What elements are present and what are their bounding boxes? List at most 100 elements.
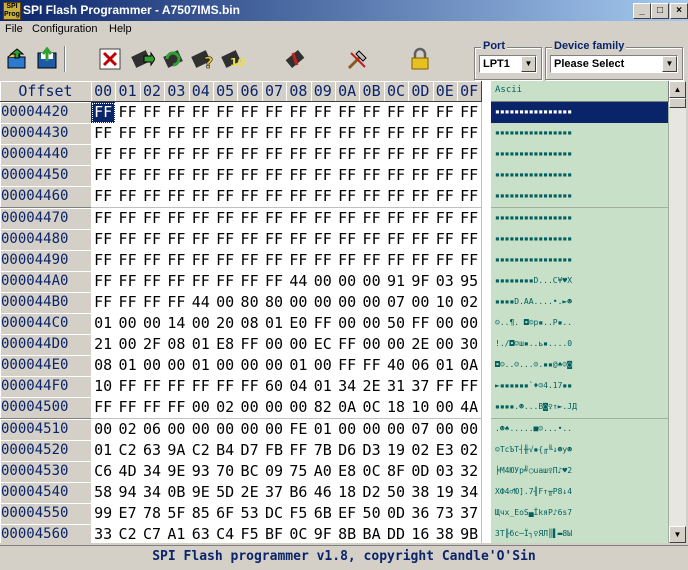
hex-cell[interactable]: FF xyxy=(115,376,141,399)
hex-cell[interactable]: FF xyxy=(91,228,117,251)
hex-cell[interactable]: 9E xyxy=(188,481,214,504)
hex-cell[interactable]: 80 xyxy=(237,291,263,314)
hex-cell[interactable]: 16 xyxy=(408,524,434,543)
hex-cell[interactable]: F5 xyxy=(286,502,312,525)
hex-cell[interactable]: 08 xyxy=(164,334,190,357)
hex-cell[interactable]: 00 xyxy=(408,291,434,314)
hex-cell[interactable]: FF xyxy=(335,186,361,209)
hex-cell[interactable]: FF xyxy=(432,123,458,146)
hex-cell[interactable]: FF xyxy=(359,355,385,378)
hex-cell[interactable]: BF xyxy=(261,524,288,543)
hex-cell[interactable]: 0A xyxy=(457,355,483,378)
hex-cell[interactable]: 2E xyxy=(408,334,434,357)
program-icon[interactable]: 10 xyxy=(220,46,246,72)
hex-cell[interactable]: FF xyxy=(335,144,361,167)
verify-icon[interactable]: ? xyxy=(190,46,216,72)
hex-cell[interactable]: 00 xyxy=(213,355,239,378)
ascii-cell[interactable]: ▪▪▪▪▪▪▪▪▪▪▪▪▪▪▪▪ xyxy=(491,144,669,167)
hex-cell[interactable]: D2 xyxy=(359,481,385,504)
hex-cell[interactable]: FF xyxy=(335,165,361,188)
hex-cell[interactable]: FF xyxy=(432,165,458,188)
save-file-icon[interactable] xyxy=(34,46,60,72)
hex-cell[interactable]: 04 xyxy=(286,376,312,399)
hex-cell[interactable]: 31 xyxy=(383,376,410,399)
hex-cell[interactable]: FF xyxy=(213,249,239,272)
hex-cell[interactable]: FF xyxy=(237,228,263,251)
port-select[interactable]: LPT1 ▼ xyxy=(479,55,537,73)
hex-cell[interactable]: 82 xyxy=(310,397,336,420)
hex-cell[interactable]: 9E xyxy=(164,460,190,483)
hex-cell[interactable]: FF xyxy=(237,334,263,357)
hex-cell[interactable]: 10 xyxy=(432,291,458,314)
hex-cell[interactable]: E3 xyxy=(432,439,458,462)
hex-cell[interactable]: FF xyxy=(139,249,166,272)
hex-cell[interactable]: 01 xyxy=(310,418,336,441)
hex-cell[interactable]: 00 xyxy=(261,418,288,441)
ascii-cell[interactable]: ▪▪▪▪▪▪▪▪▪▪▪▪▪▪▪▪ xyxy=(491,165,669,188)
hex-cell[interactable]: FF xyxy=(188,249,214,272)
hex-cell[interactable]: 58 xyxy=(91,481,117,504)
lock-icon[interactable] xyxy=(407,46,433,72)
hex-cell[interactable]: 37 xyxy=(408,376,434,399)
hex-cell[interactable]: FF xyxy=(286,165,312,188)
hex-cell[interactable]: 08 xyxy=(91,355,117,378)
hex-cell[interactable]: 00 xyxy=(139,355,166,378)
title-bar[interactable]: SPI Prog SPI Flash Programmer - A7507IMS… xyxy=(0,0,688,21)
hex-cell[interactable]: C7 xyxy=(139,524,166,543)
hex-cell[interactable]: D7 xyxy=(237,439,263,462)
hex-cell[interactable]: FF xyxy=(286,123,312,146)
ascii-cell[interactable]: ▪▪▪▪.☻...В◙♀↑►.JД xyxy=(491,397,669,420)
hex-cell[interactable]: 00 xyxy=(237,397,263,420)
hex-cell[interactable]: 20 xyxy=(213,313,239,336)
menu-file[interactable]: File xyxy=(5,23,23,35)
hex-cell[interactable]: C2 xyxy=(115,524,141,543)
hex-cell[interactable]: FF xyxy=(408,249,434,272)
hex-cell[interactable]: 00 xyxy=(310,355,336,378)
hex-cell[interactable]: FF xyxy=(164,376,190,399)
hex-cell[interactable]: FF xyxy=(115,397,141,420)
hex-cell[interactable]: FF xyxy=(115,123,141,146)
hex-cell[interactable]: FF xyxy=(213,207,239,230)
hex-cell[interactable]: 38 xyxy=(408,481,434,504)
hex-cell[interactable]: 00 xyxy=(261,355,288,378)
hex-cell[interactable]: FF xyxy=(310,313,336,336)
hex-cell[interactable]: 2F xyxy=(139,334,166,357)
hex-cell[interactable]: FF xyxy=(237,123,263,146)
hex-cell[interactable]: 00 xyxy=(139,313,166,336)
write-chip-icon[interactable] xyxy=(160,46,186,72)
hex-cell[interactable]: FF xyxy=(359,165,385,188)
hex-cell[interactable]: FF xyxy=(91,165,117,188)
hex-cell[interactable]: FF xyxy=(188,165,214,188)
hex-cell[interactable]: FF xyxy=(359,144,385,167)
hex-cell[interactable]: FF xyxy=(213,165,239,188)
hex-cell[interactable]: FF xyxy=(286,186,312,209)
hex-cell[interactable]: FF xyxy=(115,186,141,209)
hex-cell[interactable]: FF xyxy=(335,102,361,125)
hex-cell[interactable]: FF xyxy=(383,249,410,272)
hex-cell[interactable]: 9B xyxy=(457,524,483,543)
hex-cell[interactable]: FF xyxy=(139,397,166,420)
scroll-up-button[interactable]: ▲ xyxy=(669,81,686,98)
hex-cell[interactable]: FF xyxy=(310,249,336,272)
hex-cell[interactable]: FF xyxy=(383,207,410,230)
hex-cell[interactable]: 00 xyxy=(335,270,361,293)
hex-cell[interactable]: 06 xyxy=(408,355,434,378)
hex-cell[interactable]: 00 xyxy=(335,418,361,441)
hex-cell[interactable]: FF xyxy=(335,334,361,357)
read-chip-icon[interactable] xyxy=(130,46,156,72)
hex-cell[interactable]: 02 xyxy=(457,291,483,314)
hex-cell[interactable]: 00 xyxy=(237,418,263,441)
hex-cell[interactable]: 46 xyxy=(310,481,336,504)
hex-cell[interactable]: FF xyxy=(457,165,483,188)
hex-cell[interactable]: FF xyxy=(457,144,483,167)
hex-cell[interactable]: 50 xyxy=(383,481,410,504)
hex-cell[interactable]: C4 xyxy=(213,524,239,543)
hex-cell[interactable]: 02 xyxy=(115,418,141,441)
hex-cell[interactable]: 03 xyxy=(432,460,458,483)
chevron-down-icon[interactable]: ▼ xyxy=(662,56,677,72)
hex-cell[interactable]: FF xyxy=(383,144,410,167)
hex-cell[interactable]: FF xyxy=(188,102,214,125)
minimize-button[interactable]: _ xyxy=(633,3,651,19)
hex-cell[interactable]: FF xyxy=(237,144,263,167)
hex-cell[interactable]: FF xyxy=(164,165,190,188)
